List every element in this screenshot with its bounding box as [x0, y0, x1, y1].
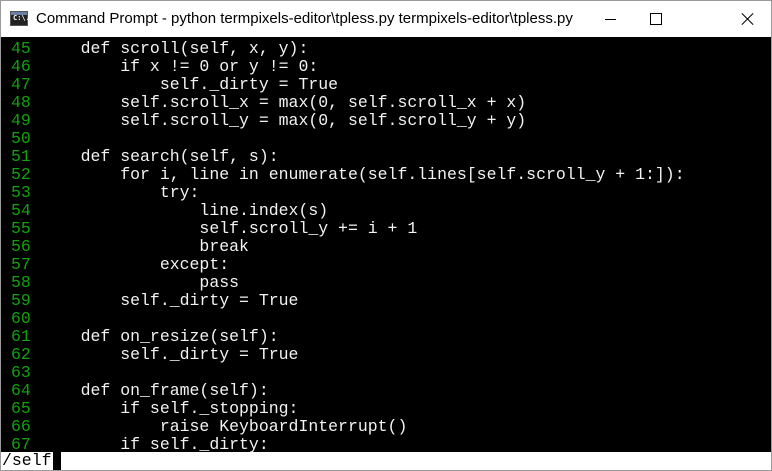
line-number: 46 [11, 57, 31, 76]
line-number: 60 [11, 309, 31, 328]
line-text: self.scroll_y = max(0, self.scroll_y + y… [41, 111, 527, 130]
code-line[interactable]: 63 [11, 364, 685, 382]
line-number: 45 [11, 39, 31, 58]
line-text: self._dirty = True [41, 345, 299, 364]
code-line[interactable]: 54 line.index(s) [11, 202, 685, 220]
line-number: 48 [11, 93, 31, 112]
line-number: 56 [11, 237, 31, 256]
line-number: 65 [11, 399, 31, 418]
icon-label: C:\. [13, 14, 30, 22]
code-line[interactable]: 58 pass [11, 274, 685, 292]
code-line[interactable]: 60 [11, 310, 685, 328]
code-line[interactable]: 52 for i, line in enumerate(self.lines[s… [11, 166, 685, 184]
line-number: 66 [11, 417, 31, 436]
line-number: 61 [11, 327, 31, 346]
line-number: 52 [11, 165, 31, 184]
line-number: 53 [11, 183, 31, 202]
search-command-input[interactable]: /self [2, 452, 52, 470]
line-text: self._dirty = True [41, 75, 339, 94]
code-line[interactable]: 45 def scroll(self, x, y): [11, 40, 685, 58]
code-line[interactable]: 61 def on_resize(self): [11, 328, 685, 346]
minimize-button[interactable] [587, 1, 633, 37]
line-text: if self._stopping: [41, 399, 299, 418]
line-text: pass [41, 273, 240, 292]
line-text: for i, line in enumerate(self.lines[self… [41, 165, 685, 184]
close-button[interactable] [725, 1, 771, 37]
line-number: 49 [11, 111, 31, 130]
line-text: self.scroll_x = max(0, self.scroll_x + x… [41, 93, 527, 112]
close-icon [742, 13, 754, 25]
code-line[interactable]: 51 def search(self, s): [11, 148, 685, 166]
code-line[interactable]: 65 if self._stopping: [11, 400, 685, 418]
line-text: line.index(s) [41, 201, 329, 220]
line-number: 62 [11, 345, 31, 364]
maximize-button[interactable] [633, 1, 679, 37]
console-area[interactable]: 45 def scroll(self, x, y): 46 if x != 0 o… [1, 38, 771, 470]
code-line[interactable]: 64 def on_frame(self): [11, 382, 685, 400]
line-text: def on_resize(self): [41, 327, 279, 346]
code-line[interactable]: 59 self._dirty = True [11, 292, 685, 310]
line-text: raise KeyboardInterrupt() [41, 417, 408, 436]
line-number: 57 [11, 255, 31, 274]
line-number: 59 [11, 291, 31, 310]
line-text: if x != 0 or y != 0: [41, 57, 319, 76]
line-text: def on_frame(self): [41, 381, 269, 400]
command-line-bar[interactable]: /self [1, 452, 771, 470]
line-number: 47 [11, 75, 31, 94]
code-line[interactable]: 66 raise KeyboardInterrupt() [11, 418, 685, 436]
code-line[interactable]: 55 self.scroll_y += i + 1 [11, 220, 685, 238]
code-line[interactable]: 56 break [11, 238, 685, 256]
code-line[interactable]: 47 self._dirty = True [11, 76, 685, 94]
window-title: Command Prompt - python termpixels-edito… [36, 10, 573, 27]
code-line[interactable]: 49 self.scroll_y = max(0, self.scroll_y … [11, 112, 685, 130]
line-number: 58 [11, 273, 31, 292]
code-view[interactable]: 45 def scroll(self, x, y): 46 if x != 0 o… [11, 40, 685, 454]
command-prompt-icon[interactable]: C:\. [10, 11, 30, 26]
line-text: except: [41, 255, 230, 274]
maximize-icon [650, 13, 662, 25]
code-line[interactable]: 62 self._dirty = True [11, 346, 685, 364]
text-cursor [53, 452, 61, 470]
code-line[interactable]: 48 self.scroll_x = max(0, self.scroll_x … [11, 94, 685, 112]
line-number: 50 [11, 129, 31, 148]
line-text: self._dirty = True [41, 291, 299, 310]
line-number: 63 [11, 363, 31, 382]
line-text: def search(self, s): [41, 147, 279, 166]
code-line[interactable]: 46 if x != 0 or y != 0: [11, 58, 685, 76]
line-text: break [41, 237, 249, 256]
title-bar[interactable]: C:\. Command Prompt - python termpixels-… [1, 1, 771, 37]
line-text: self.scroll_y += i + 1 [41, 219, 418, 238]
line-number: 51 [11, 147, 31, 166]
line-number: 54 [11, 201, 31, 220]
code-line[interactable]: 50 [11, 130, 685, 148]
line-text: def scroll(self, x, y): [41, 39, 309, 58]
code-line[interactable]: 53 try: [11, 184, 685, 202]
line-number: 64 [11, 381, 31, 400]
line-text: try: [41, 183, 200, 202]
line-number: 55 [11, 219, 31, 238]
console-window: C:\. Command Prompt - python termpixels-… [0, 0, 772, 471]
minimize-icon [604, 18, 616, 20]
code-line[interactable]: 57 except: [11, 256, 685, 274]
